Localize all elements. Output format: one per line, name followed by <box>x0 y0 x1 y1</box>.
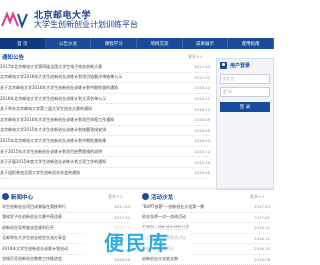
main-nav: 首 页 公告沙龙 课程学习 项目交流 成果展示 使用指南 <box>0 38 274 49</box>
watermark-logo: 便民库 <box>86 222 188 260</box>
site-header: 北京邮电大学 大学生创新创业计划训练平台 <box>0 0 274 38</box>
list-item[interactable]: 北京邮电大学2016年大学生创新创业训练计划项目结题评审结果公示2017.02 <box>0 73 210 84</box>
platform-title: 大学生创新创业计划训练平台 <box>34 19 138 30</box>
list-item[interactable]: 关于北京邮电大学2016年大学生创新创业训练计划中期检查的通知2016.12 <box>0 83 210 94</box>
salon-more-link[interactable]: 更多>> <box>250 194 265 200</box>
notice-title: 通知公告 <box>2 53 24 61</box>
list-item[interactable]: 2016年北京邮电大学大学生创新创业训练计划立项名单公示2016.11 <box>0 94 210 105</box>
nav-courses[interactable]: 课程学习 <box>91 38 137 49</box>
list-item[interactable]: 2015年北京邮电大学大学生创新创业训练计划中期检查结果2016.03 <box>0 136 210 147</box>
section-divider <box>0 188 274 189</box>
nav-announcements[interactable]: 公告沙龙 <box>46 38 92 49</box>
list-item[interactable]: 关于举办北京邮电大学第三届大学生创业大赛的通知2016.10 <box>0 104 210 115</box>
list-item[interactable]: "BUPT创客"—创新创业沙龙第一期2017.03 <box>142 202 270 213</box>
list-item[interactable]: 关于开展2015年度大学生创新创业训练计划立项工作的通知2015.10 <box>0 157 210 168</box>
nav-home[interactable]: 首 页 <box>0 38 46 49</box>
login-panel: 用户登录 用户名 密 码 登 录 <box>216 58 274 190</box>
nav-guide[interactable]: 使用指南 <box>228 38 274 49</box>
news-center-more-link[interactable]: 更多>> <box>108 194 123 200</box>
login-title: 用户登录 <box>230 62 250 69</box>
list-item[interactable]: 关于2015年大学生创新创业训练计划项目经费报销的说明2015.12 <box>0 147 210 158</box>
login-button[interactable]: 登 录 <box>220 102 270 112</box>
salon-title: 活动沙龙 <box>151 193 173 201</box>
nav-achievements[interactable]: 成果展示 <box>183 38 229 49</box>
nav-projects[interactable]: 项目交流 <box>137 38 183 49</box>
user-icon <box>220 62 227 69</box>
list-item[interactable]: 学生创新创业项目成果展在我校举行2017.03 <box>2 202 130 213</box>
list-item[interactable]: 关于组织参加全国大学生创新创业年会的通知2015.09 <box>0 168 210 179</box>
university-logo-icon[interactable] <box>0 10 30 30</box>
list-item[interactable]: 北京邮电大学2016年大学生创新创业训练计划项目申报工作通知2016.09 <box>0 115 210 126</box>
notice-more-link[interactable]: 更多>> <box>188 54 203 60</box>
password-field[interactable]: 密 码 <box>220 87 270 97</box>
news-center-title: 新闻中心 <box>11 193 33 201</box>
username-field[interactable]: 用户名 <box>220 74 270 84</box>
notice-list: 2017年北京邮电大学第四届全国大学生电子商务创新大赛2017.03 北京邮电大… <box>0 62 210 179</box>
salon-icon <box>142 193 149 200</box>
list-item[interactable]: 2017年北京邮电大学第四届全国大学生电子商务创新大赛2017.03 <box>0 62 210 73</box>
news-center-icon <box>2 193 9 200</box>
list-item[interactable]: 北京邮电大学2015年大学生创新创业训练计划结题答辩安排2016.06 <box>0 126 210 137</box>
